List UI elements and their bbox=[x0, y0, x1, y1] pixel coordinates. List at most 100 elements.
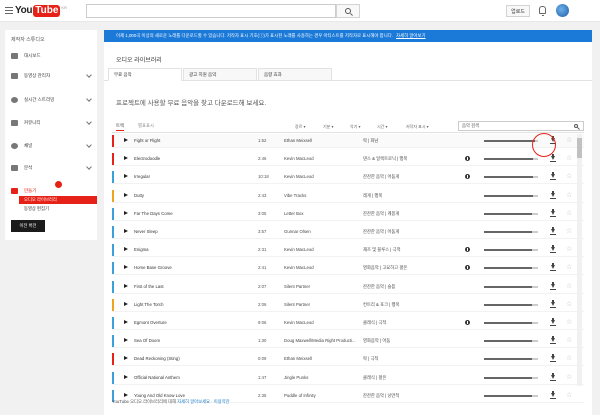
table-row[interactable]: Enigma 2:31 Kevin MacLeod 재즈 및 블루스 | 극적 ☆ bbox=[112, 243, 584, 258]
star-icon[interactable]: ☆ bbox=[566, 209, 572, 218]
menu-icon[interactable] bbox=[5, 7, 13, 14]
sidebar-subitem-audio-library[interactable]: 오디오 라이브러리 bbox=[19, 196, 97, 204]
play-icon[interactable] bbox=[124, 265, 128, 270]
star-icon[interactable]: ☆ bbox=[566, 318, 572, 327]
download-icon[interactable] bbox=[549, 299, 557, 309]
download-icon[interactable] bbox=[549, 172, 557, 181]
table-row[interactable]: First of the Last 2:07 Silent Partner 잔잔한 음… bbox=[112, 280, 584, 294]
attribution-icon[interactable] bbox=[465, 156, 470, 162]
star-icon[interactable]: ☆ bbox=[566, 154, 572, 163]
play-icon[interactable] bbox=[124, 210, 128, 215]
table-row[interactable]: Irregular 10:18 Kevin MacLeod 잔잔한 음악 | 어둠게 ☆ bbox=[112, 170, 584, 185]
notice-link[interactable]: 자세히 알아보기 bbox=[396, 33, 426, 39]
filter-tab-tracks[interactable]: 트랙 bbox=[116, 123, 124, 131]
sidebar-item-community[interactable]: 커뮤니티 bbox=[5, 117, 97, 129]
notifications-bell-icon[interactable] bbox=[539, 6, 546, 16]
avatar[interactable] bbox=[556, 4, 569, 17]
filter-mood-dropdown[interactable]: 기분 ▾ bbox=[323, 124, 333, 130]
genre-color-bar bbox=[112, 207, 114, 220]
scrollbar[interactable] bbox=[577, 134, 582, 386]
table-row[interactable]: Never Sleep 3:57 Gunnar Olsen 잔잔한 음악 | 어둠게 ☆ bbox=[112, 225, 584, 239]
tab-sound-effects[interactable]: 음향 효과 bbox=[258, 68, 332, 81]
star-icon[interactable]: ☆ bbox=[566, 136, 572, 145]
attribution-icon[interactable] bbox=[465, 247, 470, 253]
download-icon[interactable] bbox=[549, 281, 557, 291]
star-icon[interactable]: ☆ bbox=[566, 391, 572, 400]
download-icon[interactable] bbox=[549, 154, 557, 163]
play-icon[interactable] bbox=[124, 174, 128, 179]
sidebar-subitem-video-editor[interactable]: 동영상 편집기 bbox=[19, 205, 97, 213]
upload-button[interactable]: 업로드 bbox=[506, 5, 530, 17]
star-icon[interactable]: ☆ bbox=[566, 336, 572, 345]
download-icon[interactable] bbox=[549, 208, 557, 218]
table-row[interactable]: Sea Of Doom 1:30 Doug Maxwell/Media Right … bbox=[112, 334, 584, 349]
youtube-logo[interactable]: You Tube KR bbox=[15, 4, 67, 17]
filter-attribution-dropdown[interactable]: 저작자 표시 ▾ bbox=[406, 124, 429, 130]
scrollbar-thumb[interactable] bbox=[577, 138, 582, 158]
download-icon[interactable] bbox=[549, 263, 557, 272]
attribution-icon[interactable] bbox=[465, 265, 470, 271]
play-icon[interactable] bbox=[124, 156, 128, 161]
classic-studio-button[interactable]: 이전 버전 bbox=[11, 220, 45, 232]
attribution-icon[interactable] bbox=[465, 174, 470, 180]
download-icon[interactable] bbox=[549, 245, 557, 254]
sidebar-item-video-manager[interactable]: 동영상 관리자 bbox=[5, 70, 97, 82]
download-icon[interactable] bbox=[549, 372, 557, 382]
download-icon[interactable] bbox=[549, 318, 557, 327]
play-icon[interactable] bbox=[124, 247, 128, 252]
star-icon[interactable]: ☆ bbox=[566, 245, 572, 254]
sidebar-item-analytics[interactable]: 분석 bbox=[5, 162, 97, 174]
sidebar-item-live-streaming[interactable]: 실시간 스트리밍 bbox=[5, 94, 97, 106]
play-icon[interactable] bbox=[124, 301, 128, 306]
tab-ad-supported-music[interactable]: 광고 지원 음악 bbox=[183, 68, 257, 81]
play-icon[interactable] bbox=[124, 356, 128, 361]
star-icon[interactable]: ☆ bbox=[566, 191, 572, 200]
table-row[interactable]: Official National Anthem 1:47 Jingle Punks… bbox=[112, 371, 584, 385]
search-button[interactable] bbox=[336, 4, 360, 18]
filter-tab-starred[interactable]: 별표표시 bbox=[138, 123, 154, 129]
star-icon[interactable]: ☆ bbox=[566, 263, 572, 272]
filter-genre-dropdown[interactable]: 장르 ▾ bbox=[295, 124, 305, 130]
track-duration: 2:06 bbox=[258, 301, 267, 307]
sidebar-item-channel[interactable]: 채널 bbox=[5, 140, 97, 152]
sidebar-item-label: 분석 bbox=[24, 165, 33, 170]
play-icon[interactable] bbox=[124, 320, 128, 324]
table-row[interactable]: Far The Days Come 3:05 Letter Box 잔잔한 음악 | … bbox=[112, 207, 584, 221]
table-row[interactable]: Egmont Overture 9:06 Kevin MacLeod 클래식 | 극적… bbox=[112, 316, 584, 330]
star-icon[interactable]: ☆ bbox=[566, 227, 572, 236]
sidebar-item-dashboard[interactable]: 대시보드 bbox=[5, 50, 97, 62]
download-icon[interactable] bbox=[549, 336, 557, 345]
search-icon[interactable] bbox=[574, 124, 578, 128]
table-row[interactable]: Light The Torch 2:06 Silent Partner 컨트리 & 포… bbox=[112, 298, 584, 312]
table-row[interactable]: Electrodoodle 2:46 Kevin MacLeod 댄스 & 일렉트로닉… bbox=[112, 152, 584, 167]
table-row[interactable]: Dead Reckoning (Sting) 0:09 Ethan Meixsell… bbox=[112, 352, 584, 367]
download-icon[interactable] bbox=[549, 190, 557, 200]
star-icon[interactable]: ☆ bbox=[566, 354, 572, 363]
table-row[interactable]: Fight or Flight 1:52 Ethan Meixsell 락 | 화남 ☆ bbox=[112, 134, 584, 148]
play-icon[interactable] bbox=[124, 229, 128, 233]
footer-link[interactable]: 자세히 알아보세요 · 이용약관 bbox=[177, 399, 229, 404]
download-icon[interactable] bbox=[549, 390, 557, 400]
download-icon[interactable] bbox=[549, 227, 557, 236]
tab-free-music[interactable]: 무료 음악 bbox=[108, 68, 182, 81]
star-icon[interactable]: ☆ bbox=[566, 282, 572, 291]
download-icon[interactable] bbox=[549, 354, 557, 363]
music-search-input[interactable]: 음악 검색 bbox=[458, 121, 584, 131]
filter-duration-dropdown[interactable]: 시간 ▾ bbox=[377, 124, 387, 130]
table-row[interactable]: Home Base Groove 2:41 Kevin MacLeod 영화음악 | … bbox=[112, 261, 584, 276]
star-icon[interactable]: ☆ bbox=[566, 172, 572, 181]
sidebar-item-label: 만들기 bbox=[24, 188, 37, 193]
play-icon[interactable] bbox=[124, 374, 128, 379]
filter-instrument-dropdown[interactable]: 악기 ▾ bbox=[350, 124, 360, 130]
play-icon[interactable] bbox=[124, 392, 128, 397]
play-icon[interactable] bbox=[124, 338, 128, 343]
attribution-icon[interactable] bbox=[465, 320, 470, 325]
play-icon[interactable] bbox=[124, 138, 128, 142]
star-icon[interactable]: ☆ bbox=[566, 373, 572, 382]
track-artist: Gunnar Olsen bbox=[284, 229, 311, 234]
play-icon[interactable] bbox=[124, 283, 128, 288]
table-row[interactable]: Dutty 2:43 Vibe Tracks 레게 | 행복 ☆ bbox=[112, 189, 584, 203]
play-icon[interactable] bbox=[124, 192, 128, 197]
search-input[interactable] bbox=[86, 4, 336, 18]
star-icon[interactable]: ☆ bbox=[566, 300, 572, 309]
